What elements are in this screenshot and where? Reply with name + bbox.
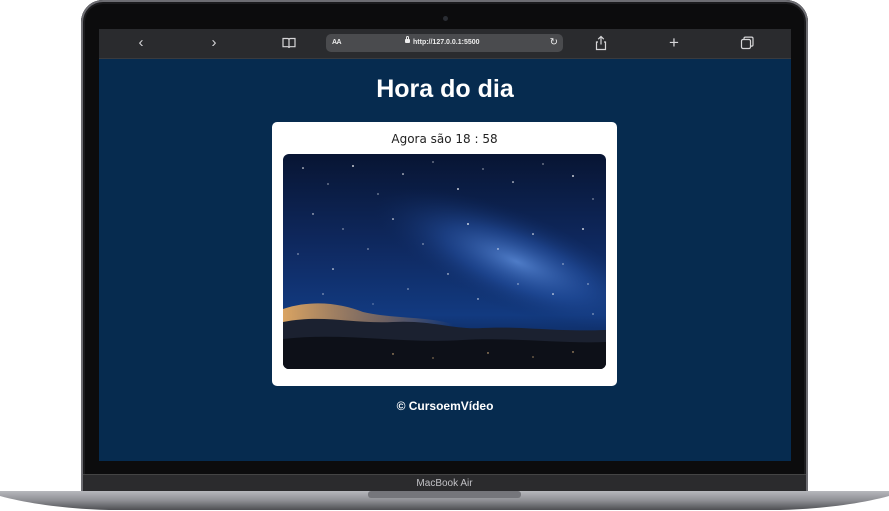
time-message: Agora são 18 : 58 bbox=[391, 132, 498, 146]
plus-icon[interactable]: + bbox=[666, 34, 682, 51]
lock-icon bbox=[405, 36, 410, 43]
laptop-base bbox=[0, 491, 889, 510]
browser-toolbar: ‹ › AA http://127.0.0.1:5500 ↻ + bbox=[99, 29, 791, 59]
back-icon[interactable]: ‹ bbox=[133, 35, 149, 51]
page-title: Hora do dia bbox=[376, 75, 514, 103]
address-bar[interactable]: AA http://127.0.0.1:5500 ↻ bbox=[326, 34, 563, 52]
browser-window: ‹ › AA http://127.0.0.1:5500 ↻ + Hora do… bbox=[99, 29, 791, 461]
forward-icon[interactable]: › bbox=[206, 35, 222, 51]
url-text: http://127.0.0.1:5500 bbox=[413, 39, 480, 46]
tabs-icon[interactable] bbox=[739, 35, 755, 51]
reload-icon[interactable]: ↻ bbox=[550, 34, 558, 52]
night-sky-image bbox=[283, 154, 606, 369]
footer-text: © CursoemVídeo bbox=[396, 399, 494, 413]
model-label: MacBook Air bbox=[416, 478, 473, 489]
time-card: Agora são 18 : 58 bbox=[272, 122, 617, 386]
book-icon[interactable] bbox=[281, 35, 297, 51]
text-size-button[interactable]: AA bbox=[332, 34, 342, 52]
share-icon[interactable] bbox=[593, 35, 609, 51]
camera-icon bbox=[443, 16, 448, 21]
